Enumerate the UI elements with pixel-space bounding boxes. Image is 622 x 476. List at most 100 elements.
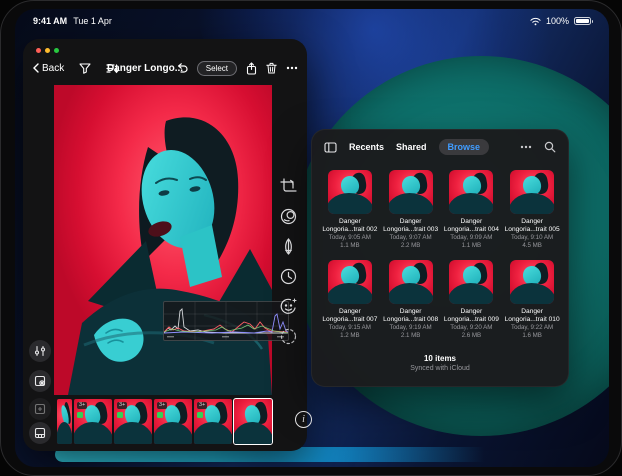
main-photo-canvas[interactable]: [54, 85, 272, 395]
copy-edits-button[interactable]: [29, 398, 51, 420]
file-date: Today, 9:07 AM: [390, 234, 432, 242]
file-thumbnail: [389, 260, 433, 304]
file-size: 2.2 MB: [401, 242, 421, 250]
file-name: DangerLongoria...trait 002: [322, 218, 377, 234]
window-zoom-icon[interactable]: [54, 48, 59, 53]
library-button[interactable]: [29, 422, 51, 444]
status-time: 9:41 AM: [33, 16, 67, 26]
tab-shared[interactable]: Shared: [396, 142, 427, 152]
file-thumbnail: [510, 260, 554, 304]
info-button[interactable]: i: [295, 411, 312, 428]
file-item[interactable]: DangerLongoria...trait 010 Today, 9:22 A…: [504, 260, 560, 340]
filmstrip-thumb[interactable]: 3+: [154, 399, 192, 444]
file-thumbnail: [389, 170, 433, 214]
edit-count-badge: 3+: [197, 402, 207, 409]
presets-button[interactable]: [29, 340, 51, 362]
file-item[interactable]: DangerLongoria...trait 009 Today, 9:20 A…: [444, 260, 500, 340]
heal-icon[interactable]: [279, 327, 298, 346]
battery-percent: 100%: [546, 16, 569, 26]
more-icon[interactable]: [286, 66, 298, 70]
filmstrip-thumb[interactable]: 3+: [114, 399, 152, 444]
ipad-device: 9:41 AM Tue 1 Apr 100%: [0, 0, 622, 476]
export-settings-button[interactable]: [29, 370, 51, 392]
file-grid: DangerLongoria...trait 002 Today, 9:05 A…: [322, 170, 560, 340]
file-item[interactable]: DangerLongoria...trait 007 Today, 9:15 A…: [322, 260, 378, 340]
editor-window: Back Danger Longo... Select: [23, 39, 307, 451]
filmstrip: 3+ 3+ 3+ 3+: [57, 399, 272, 444]
status-date: Tue 1 Apr: [73, 16, 112, 26]
file-name: DangerLongoria...trait 005: [505, 218, 560, 234]
file-size: 4.5 MB: [522, 242, 542, 250]
file-thumbnail: [449, 170, 493, 214]
tool-rail: [273, 177, 303, 346]
file-name: DangerLongoria...trait 007: [322, 308, 377, 324]
file-browser-panel: Recents Shared Browse DangerLongoria...t…: [311, 129, 569, 387]
file-date: Today, 9:09 AM: [450, 234, 492, 242]
file-size: 1.1 MB: [340, 242, 360, 250]
trash-icon[interactable]: [266, 62, 277, 74]
file-item[interactable]: DangerLongoria...trait 003 Today, 9:07 A…: [383, 170, 439, 250]
edit-count-badge: 3+: [157, 402, 167, 409]
file-date: Today, 9:15 AM: [329, 324, 371, 332]
file-size: 1.6 MB: [522, 332, 542, 340]
file-name: DangerLongoria...trait 008: [383, 308, 438, 324]
edited-indicator: [197, 412, 203, 418]
sync-status: Synced with iCloud: [312, 365, 568, 372]
edited-indicator: [157, 412, 163, 418]
item-count: 10 items: [312, 354, 568, 363]
file-size: 2.6 MB: [462, 332, 482, 340]
filmstrip-thumb-selected[interactable]: [234, 399, 272, 444]
file-size: 1.1 MB: [462, 242, 482, 250]
file-name: DangerLongoria...trait 003: [383, 218, 438, 234]
sidebar-icon[interactable]: [324, 142, 337, 153]
edit-count-badge: 3+: [117, 402, 127, 409]
select-button[interactable]: Select: [197, 61, 237, 76]
clock-icon[interactable]: [279, 267, 298, 286]
histogram-panel: [163, 301, 289, 341]
undo-icon[interactable]: [176, 63, 188, 73]
file-date: Today, 9:22 AM: [511, 324, 553, 332]
edited-indicator: [117, 412, 123, 418]
filmstrip-thumb[interactable]: 3+: [74, 399, 112, 444]
battery-icon: [574, 17, 591, 25]
editor-toolbar: Back Danger Longo... Select: [23, 56, 307, 80]
window-controls[interactable]: [36, 48, 59, 53]
browser-header: Recents Shared Browse: [312, 130, 568, 164]
file-date: Today, 9:05 AM: [329, 234, 371, 242]
retouch-face-icon[interactable]: [279, 297, 298, 316]
file-date: Today, 9:20 AM: [450, 324, 492, 332]
wifi-icon: [530, 17, 541, 26]
filters-icon[interactable]: [279, 207, 298, 226]
status-bar: 9:41 AM Tue 1 Apr 100%: [15, 13, 609, 29]
edited-indicator: [77, 412, 83, 418]
file-item[interactable]: DangerLongoria...trait 005 Today, 9:10 A…: [504, 170, 560, 250]
ipad-screen: 9:41 AM Tue 1 Apr 100%: [15, 9, 609, 467]
file-item[interactable]: DangerLongoria...trait 004 Today, 9:09 A…: [444, 170, 500, 250]
crop-icon[interactable]: [279, 177, 298, 196]
file-thumbnail: [328, 170, 372, 214]
file-name: DangerLongoria...trait 010: [505, 308, 560, 324]
filmstrip-thumb[interactable]: [57, 399, 72, 444]
filmstrip-thumb[interactable]: 3+: [194, 399, 232, 444]
more-icon[interactable]: [520, 145, 532, 149]
file-name: DangerLongoria...trait 004: [444, 218, 499, 234]
file-date: Today, 9:10 AM: [511, 234, 553, 242]
tab-browse[interactable]: Browse: [439, 139, 490, 155]
file-thumbnail: [449, 260, 493, 304]
file-size: 1.2 MB: [340, 332, 360, 340]
file-item[interactable]: DangerLongoria...trait 008 Today, 9:19 A…: [383, 260, 439, 340]
file-size: 2.1 MB: [401, 332, 421, 340]
file-date: Today, 9:19 AM: [390, 324, 432, 332]
window-minimize-icon[interactable]: [45, 48, 50, 53]
file-name: DangerLongoria...trait 009: [444, 308, 499, 324]
file-thumbnail: [328, 260, 372, 304]
tab-recents[interactable]: Recents: [349, 142, 384, 152]
file-item[interactable]: DangerLongoria...trait 002 Today, 9:05 A…: [322, 170, 378, 250]
edit-count-badge: 3+: [77, 402, 87, 409]
browser-footer: 10 items Synced with iCloud: [312, 354, 568, 372]
window-close-icon[interactable]: [36, 48, 41, 53]
search-icon[interactable]: [544, 141, 556, 153]
adjust-icon[interactable]: [279, 237, 298, 256]
share-icon[interactable]: [246, 62, 257, 75]
file-thumbnail: [510, 170, 554, 214]
